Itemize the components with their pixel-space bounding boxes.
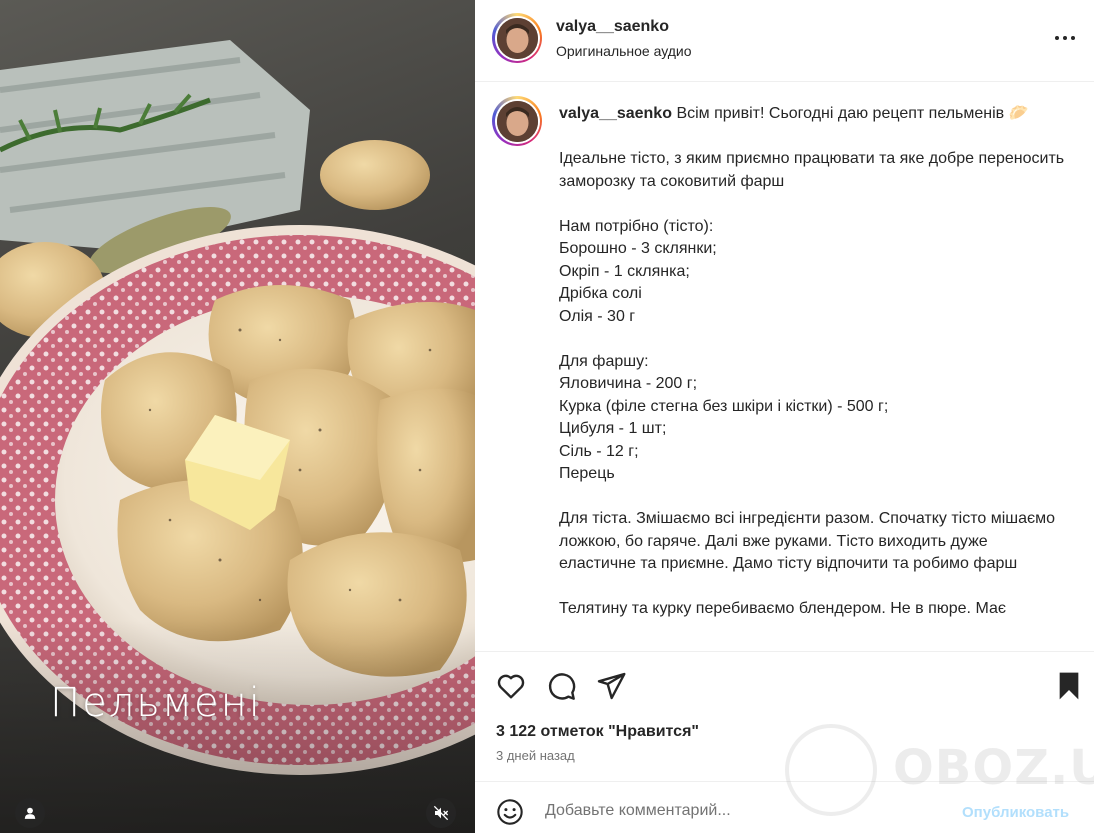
avatar-image [496, 17, 538, 59]
caption-area[interactable]: valya__saenko Всім привіт! Сьогодні даю … [475, 83, 1094, 651]
user-tag-button[interactable] [15, 798, 45, 828]
caption-username[interactable]: valya__saenko [559, 105, 672, 122]
caption-line: Ідеальне тісто, з яким приємно працювати… [559, 150, 1069, 190]
caption-line: Яловичина - 200 г; [559, 375, 698, 392]
post-details-panel: valya__saenko Оригинальное аудио valya__… [475, 0, 1094, 833]
caption-line: Для тіста. Змішаємо всі інгредієнти разо… [559, 510, 1060, 572]
caption-line: Телятину та курку перебиваємо блендером.… [559, 600, 1007, 617]
caption-body: Всім привіт! Сьогодні даю рецепт пельмен… [559, 105, 1069, 617]
post-media[interactable]: Пельмені [0, 0, 475, 833]
post-timestamp: 3 дней назад [496, 748, 575, 763]
caption-line: Олія - 30 г [559, 307, 636, 325]
more-options-button[interactable] [1051, 28, 1079, 48]
bookmark-icon[interactable] [1053, 670, 1085, 702]
caption-line: Всім привіт! Сьогодні даю рецепт пельмен… [676, 105, 1029, 122]
comment-icon[interactable] [545, 670, 577, 702]
comment-bar: Опубликовать [475, 781, 1094, 833]
user-icon [24, 807, 36, 819]
author-username[interactable]: valya__saenko [556, 18, 669, 36]
speaker-muted-icon [433, 805, 449, 821]
more-horizontal-icon [1055, 36, 1059, 40]
post-actions: 3 122 отметок "Нравится" 3 дней назад [475, 651, 1094, 781]
more-dot [1071, 36, 1075, 40]
mute-button[interactable] [426, 798, 456, 828]
caption-line: Нам потрібно (тісто): [559, 217, 714, 235]
publish-button[interactable]: Опубликовать [962, 804, 1069, 821]
caption-line: Курка (філе стегна без шкіри і кістки) -… [559, 397, 889, 415]
caption-line: Для фаршу: [559, 352, 649, 370]
avatar-image [496, 100, 538, 142]
send-icon[interactable] [595, 670, 627, 702]
likes-count[interactable]: 3 122 отметок "Нравится" [496, 723, 699, 741]
caption-line: Дрібка солі [559, 285, 642, 302]
original-audio-link[interactable]: Оригинальное аудио [556, 43, 692, 59]
media-overlay-title: Пельмені [50, 680, 262, 726]
caption-line: Перець [559, 465, 615, 482]
post-header: valya__saenko Оригинальное аудио [475, 0, 1094, 82]
heart-icon[interactable] [495, 670, 527, 702]
caption-text: valya__saenko Всім привіт! Сьогодні даю … [559, 103, 1069, 621]
more-dot [1063, 36, 1067, 40]
caption-line: Сіль - 12 г; [559, 442, 639, 460]
caption-author-avatar[interactable] [492, 96, 542, 146]
caption-line: Борошно - 3 склянки; [559, 240, 717, 257]
caption-line: Окріп - 1 склянка; [559, 262, 690, 280]
comment-input[interactable] [545, 797, 945, 825]
emoji-icon[interactable] [496, 798, 524, 826]
author-avatar[interactable] [492, 13, 542, 63]
caption-line: Цибуля - 1 шт; [559, 420, 667, 437]
